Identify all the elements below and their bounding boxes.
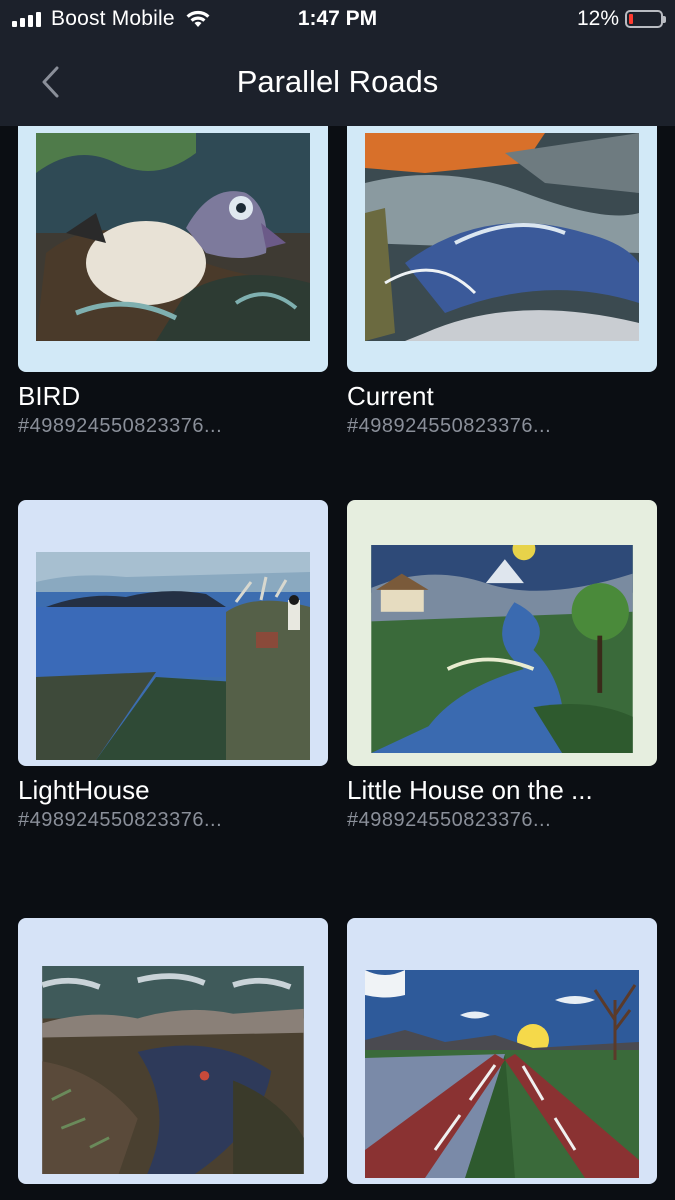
artwork-card-current[interactable]: Current #498924550823376...	[347, 126, 657, 438]
card-frame	[18, 126, 328, 372]
artwork-grid: BIRD #498924550823376... Current #498924…	[0, 126, 675, 1200]
artwork-card-5[interactable]	[18, 918, 328, 1196]
navigation-bar: Parallel Roads	[0, 40, 675, 126]
artwork-card-6[interactable]	[347, 918, 657, 1196]
card-frame	[347, 918, 657, 1184]
artwork-title: BIRD	[18, 381, 81, 411]
status-bar: Boost Mobile 1:47 PM 12%	[0, 0, 675, 40]
card-frame	[347, 126, 657, 372]
battery-icon	[625, 10, 666, 28]
status-right: 12%	[576, 6, 666, 32]
clock: 1:47 PM	[297, 7, 378, 30]
card-frame	[347, 500, 657, 766]
artwork-card-bird[interactable]: BIRD #498924550823376...	[18, 126, 328, 438]
artwork-id: #498924550823376...	[18, 809, 223, 831]
page-title: Parallel Roads	[236, 64, 439, 99]
card-frame	[18, 918, 328, 1184]
artwork-id: #498924550823376...	[347, 809, 552, 831]
card-frame	[18, 500, 328, 766]
artwork-image-bird	[36, 133, 310, 341]
artwork-id: #498924550823376...	[18, 415, 223, 437]
artwork-card-lighthouse[interactable]: LightHouse #498924550823376...	[18, 500, 328, 832]
battery-level	[629, 14, 633, 24]
artwork-id: #498924550823376...	[347, 415, 552, 437]
artwork-image-little-house	[371, 545, 633, 753]
artwork-image-5	[41, 966, 304, 1174]
artwork-image-lighthouse	[36, 552, 310, 760]
artwork-title: Current	[347, 381, 434, 411]
artwork-image-6	[365, 970, 639, 1178]
artwork-title: Little House on the ...	[347, 775, 593, 805]
battery-percent: 12%	[576, 7, 619, 30]
artwork-image-current	[365, 133, 639, 341]
artwork-title: LightHouse	[18, 775, 150, 805]
artwork-card-little-house[interactable]: Little House on the ... #498924550823376…	[347, 500, 657, 832]
